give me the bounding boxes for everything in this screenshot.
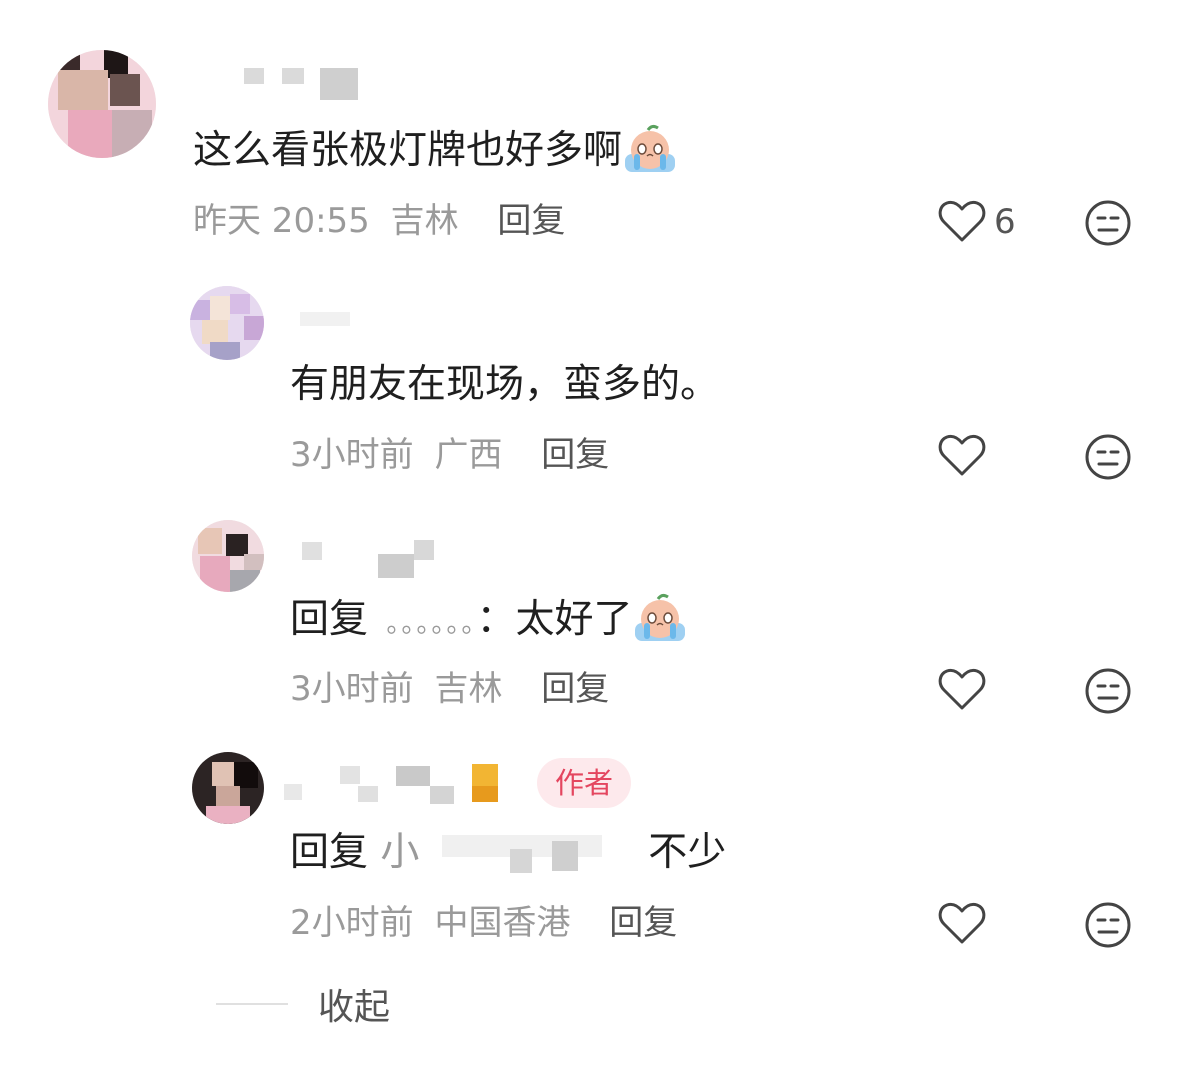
comment-text: 回复 。。。。。。：太好了 [290,593,688,648]
username-obscured[interactable] [284,762,524,806]
username-obscured[interactable] [200,62,370,106]
comment-body: ：太好了 [476,597,633,642]
reply-button[interactable]: 回复 [541,435,609,475]
comment-body: 不少 [648,830,727,875]
username-obscured[interactable] [290,300,370,344]
timestamp: 2小时前 [290,903,414,943]
neutral-face-icon[interactable] [1084,667,1132,715]
neutral-face-icon[interactable] [1084,199,1132,247]
divider [216,1003,288,1005]
mention-username-obscured[interactable] [432,834,612,875]
heart-outline-icon [938,200,986,242]
collapse-label: 收起 [318,987,391,1028]
comment-text: 有朋友在现场，蛮多的。 [290,361,719,409]
comment-meta: 3小时前 广西 回复 [290,433,609,477]
heart-outline-icon [938,668,986,710]
reply-prefix: 回复 [290,597,369,642]
reply-button[interactable]: 回复 [497,201,565,241]
reply-prefix: 回复 [290,830,369,875]
comment-meta: 3小时前 吉林 回复 [290,667,609,711]
heart-outline-icon [938,902,986,944]
comment-text: 这么看张极灯牌也好多啊 [193,124,678,176]
neutral-face-icon[interactable] [1084,901,1132,949]
like-button[interactable] [938,431,986,481]
location: 吉林 [434,669,503,709]
avatar[interactable] [192,752,264,824]
collapse-replies-button[interactable]: 收起 [216,980,390,1028]
author-badge: 作者 [537,758,632,808]
avatar[interactable] [48,50,156,158]
crying-emoji-icon [635,593,686,641]
comment-body: 有朋友在现场，蛮多的。 [290,362,720,407]
avatar[interactable] [190,286,264,360]
mention-username[interactable]: 小 [380,830,419,875]
timestamp: 3小时前 [290,435,414,475]
neutral-face-icon[interactable] [1084,433,1132,481]
timestamp: 3小时前 [290,669,414,709]
like-button[interactable] [938,665,986,715]
reply-button[interactable]: 回复 [609,903,677,943]
comment-text: 回复 小 不少 [290,829,726,877]
timestamp: 昨天 20:55 [193,201,370,241]
comment-meta: 昨天 20:55 吉林 回复 [193,199,565,243]
like-count: 6 [994,202,1016,242]
location: 中国香港 [434,903,571,943]
crying-emoji-icon [625,124,676,172]
location: 吉林 [390,201,459,241]
like-button[interactable]: 6 [938,197,1016,247]
heart-outline-icon [938,434,986,476]
mention-username[interactable]: 。。。。。。 [386,609,476,639]
like-button[interactable] [938,899,986,949]
reply-button[interactable]: 回复 [541,669,609,709]
username-obscured[interactable] [290,534,460,578]
avatar[interactable] [192,520,264,592]
comment-body: 这么看张极灯牌也好多啊 [193,128,623,173]
location: 广西 [434,435,503,475]
comment-meta: 2小时前 中国香港 回复 [290,901,677,945]
